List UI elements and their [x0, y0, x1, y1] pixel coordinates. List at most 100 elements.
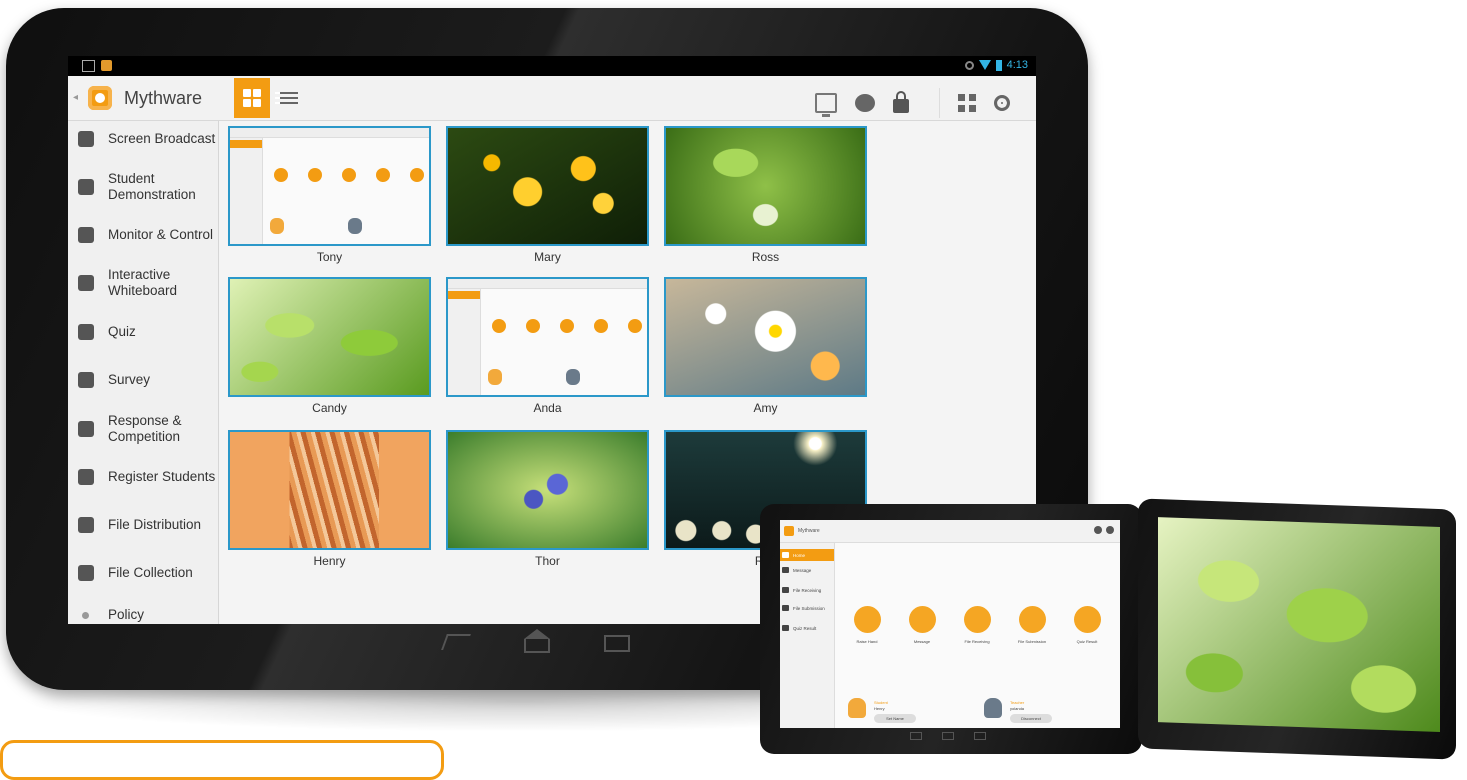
- sidebar-item-response-competition[interactable]: Response & Competition: [78, 413, 220, 445]
- file-submission-icon: [782, 605, 789, 611]
- sidebar-item-policy[interactable]: Policy: [78, 607, 220, 623]
- student-screen-thumbnail[interactable]: [228, 430, 431, 550]
- student-tile-candy[interactable]: Candy: [228, 277, 431, 415]
- chat-icon[interactable]: [855, 94, 875, 112]
- home-button[interactable]: [524, 629, 554, 653]
- student-nav-label: File Submission: [793, 605, 825, 611]
- chevron-left-icon[interactable]: ◂: [73, 92, 78, 103]
- grid-view-button[interactable]: [234, 78, 270, 118]
- recent-apps-icon[interactable]: [974, 732, 986, 740]
- file-submission-icon: [1018, 606, 1046, 633]
- sidebar-item-interactive-whiteboard[interactable]: Interactive Whiteboard: [78, 267, 220, 299]
- home-icon[interactable]: [942, 732, 954, 740]
- teacher-label: Teacher: [1010, 700, 1025, 705]
- lock-icon[interactable]: [893, 91, 909, 113]
- student-screen-thumbnail[interactable]: [446, 430, 649, 550]
- battery-icon: [995, 59, 1002, 71]
- message-button[interactable]: Message: [905, 606, 939, 644]
- student-nav-quiz-result[interactable]: Quiz Result: [782, 625, 834, 631]
- app-title: Mythware: [124, 88, 203, 108]
- sidebar-item-student-demonstration[interactable]: Student Demonstration: [78, 171, 220, 203]
- student-screen-thumbnail[interactable]: [664, 277, 867, 397]
- back-icon[interactable]: [910, 732, 922, 740]
- sidebar-item-register-students[interactable]: Register Students: [78, 469, 220, 485]
- student-nav-file-submission[interactable]: File Submission: [782, 605, 834, 611]
- sidebar-item-label: Monitor & Control: [108, 227, 214, 242]
- sidebar-item-label: File Distribution: [108, 517, 202, 532]
- demonstration-icon: [78, 179, 94, 195]
- student-screen-thumbnail[interactable]: [228, 277, 431, 397]
- student-tile-ross[interactable]: Ross: [664, 126, 867, 264]
- sidebar-item-label: File Collection: [108, 565, 193, 580]
- survey-icon: [78, 372, 94, 388]
- quiz-result-icon: [1073, 606, 1101, 633]
- student-tile-tony[interactable]: Tony: [228, 126, 431, 264]
- file-submission-button[interactable]: File Submission: [1015, 606, 1049, 644]
- student-screen-thumbnail[interactable]: [446, 277, 649, 397]
- student-nav-home[interactable]: Home: [780, 549, 834, 561]
- sidebar-item-label: Screen Broadcast: [108, 131, 216, 146]
- sidebar-item-monitor-control[interactable]: Monitor & Control: [78, 227, 220, 243]
- home-icon: [524, 629, 550, 653]
- mythware-logo[interactable]: [88, 86, 112, 110]
- student-tile-thor[interactable]: Thor: [446, 430, 649, 568]
- sidebar-item-survey[interactable]: Survey: [78, 372, 220, 388]
- back-button[interactable]: [441, 630, 474, 652]
- monitor-icon[interactable]: [815, 93, 837, 117]
- status-time: 4:13: [1006, 59, 1028, 71]
- student-tile-amy[interactable]: Amy: [664, 277, 867, 415]
- student-tile-anda[interactable]: Anda: [446, 277, 649, 415]
- action-label: Quiz Result: [1076, 639, 1098, 644]
- student-name: Henry: [874, 706, 885, 711]
- quiz-icon: [78, 324, 94, 340]
- student-tile-mary[interactable]: Mary: [446, 126, 649, 264]
- sidebar-item-label: Survey: [108, 372, 151, 387]
- file-collection-icon: [78, 565, 94, 581]
- raise-hand-button[interactable]: Raise Hand: [850, 606, 884, 644]
- student-screen-thumbnail[interactable]: [228, 126, 431, 246]
- back-icon: [441, 634, 471, 650]
- student-screen-thumbnail[interactable]: [664, 126, 867, 246]
- student-app-title: Mythware: [798, 528, 820, 534]
- status-indicators: 4:13: [964, 59, 1028, 71]
- student-app-header: Mythware: [780, 520, 1120, 543]
- sidebar-item-label: Student Demonstration: [108, 171, 196, 202]
- quiz-result-icon: [782, 625, 789, 631]
- qr-code-icon[interactable]: [958, 94, 976, 112]
- sidebar-item-label: Response & Competition: [108, 413, 182, 444]
- action-label: Raise Hand: [856, 639, 878, 644]
- student-label: Student: [874, 700, 888, 705]
- disconnect-button[interactable]: Disconnect: [1010, 714, 1052, 723]
- student-nav-label: Quiz Result: [793, 625, 817, 631]
- sidebar-item-screen-broadcast[interactable]: Screen Broadcast: [78, 131, 220, 147]
- student-name: Anda: [533, 401, 562, 415]
- file-receiving-icon: [782, 587, 789, 593]
- raise-hand-icon: [853, 606, 881, 633]
- whiteboard-icon: [78, 275, 94, 291]
- gear-icon[interactable]: [994, 95, 1010, 111]
- info-icon[interactable]: [1106, 526, 1114, 534]
- home-icon: [782, 552, 789, 558]
- help-icon[interactable]: [1094, 526, 1102, 534]
- quiz-result-button[interactable]: Quiz Result: [1070, 606, 1104, 644]
- student-nav-file-receiving[interactable]: File Receiving: [782, 587, 834, 593]
- student-tile-henry[interactable]: Henry: [228, 430, 431, 568]
- screenshot-notification-icon: [82, 60, 95, 72]
- student-header-actions: [1094, 526, 1114, 534]
- mythware-logo: [784, 526, 794, 536]
- sidebar-item-file-collection[interactable]: File Collection: [78, 565, 220, 581]
- student-nav-message[interactable]: Message: [782, 567, 834, 573]
- student-sidebar: Home Message File Receiving File Submiss…: [780, 543, 835, 728]
- sidebar-item-file-distribution[interactable]: File Distribution: [78, 517, 220, 533]
- recent-apps-button[interactable]: [604, 630, 634, 652]
- list-view-icon[interactable]: [280, 89, 298, 105]
- sidebar-item-quiz[interactable]: Quiz: [78, 324, 220, 340]
- student-screen-thumbnail[interactable]: [446, 126, 649, 246]
- sidebar-item-label: Policy: [108, 607, 145, 622]
- file-receiving-icon: [963, 606, 991, 633]
- register-icon: [78, 469, 94, 485]
- action-label: File Submission: [1017, 639, 1047, 644]
- student-name: Tony: [316, 250, 343, 264]
- file-receiving-button[interactable]: File Receiving: [960, 606, 994, 644]
- set-name-button[interactable]: Set Name: [874, 714, 916, 723]
